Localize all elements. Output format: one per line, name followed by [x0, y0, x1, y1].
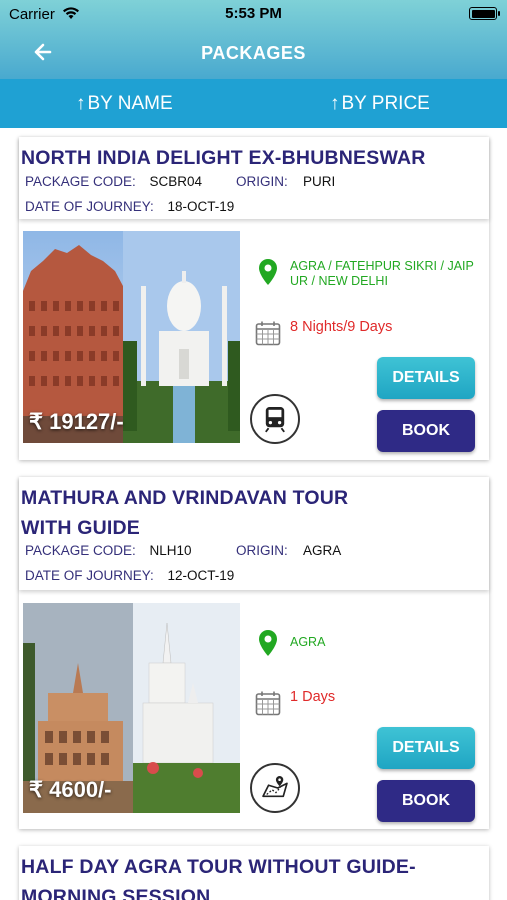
details-button[interactable]: DETAILS — [377, 727, 475, 769]
package-code-value: SCBR04 — [149, 174, 203, 189]
package-card-header: MATHURA AND VRINDAVAN TOUR WITH GUIDE PA… — [19, 477, 489, 590]
book-button[interactable]: BOOK — [377, 780, 475, 822]
package-card[interactable]: MATHURA AND VRINDAVAN TOUR WITH GUIDE PA… — [19, 477, 489, 829]
origin-value: AGRA — [303, 543, 342, 558]
arrow-up-icon: ↑ — [330, 92, 340, 114]
origin-value: PURI — [303, 174, 336, 189]
package-card[interactable]: NORTH INDIA DELIGHT EX-BHUBNESWAR PACKAG… — [19, 137, 489, 460]
package-title: HALF DAY AGRA TOUR WITHOUT GUIDE-MORNING… — [21, 856, 416, 900]
package-code-label: PACKAGE CODE: — [25, 174, 136, 189]
page-title: PACKAGES — [201, 43, 306, 63]
package-price: ₹ 19127/- — [29, 409, 124, 434]
sort-by-name-button[interactable]: ↑ BY NAME — [76, 79, 173, 128]
origin-label: ORIGIN: — [236, 174, 288, 189]
package-card-header: HALF DAY AGRA TOUR WITHOUT GUIDE-MORNING… — [19, 846, 489, 900]
details-button[interactable]: DETAILS — [377, 357, 475, 399]
clock: 5:53 PM — [225, 5, 282, 22]
package-photo: ₹ 19127/- — [23, 231, 240, 443]
map-pin-icon — [259, 630, 277, 656]
map-pin-icon — [259, 259, 277, 285]
date-of-journey-row: DATE OF JOURNEY: 18-OCT-19 — [25, 199, 234, 214]
map-route-icon — [250, 763, 300, 813]
sort-by-price-label: BY PRICE — [341, 92, 430, 114]
package-title: MATHURA AND VRINDAVAN TOUR WITH GUIDE — [21, 487, 349, 539]
nav-bar: PACKAGES — [0, 30, 507, 79]
package-code-row: PACKAGE CODE: SCBR04 ORIGIN: PURI — [25, 174, 485, 192]
package-code-value: NLH10 — [149, 543, 192, 558]
sort-by-price-button[interactable]: ↑ BY PRICE — [330, 79, 430, 128]
train-icon — [250, 394, 300, 444]
package-code-row: PACKAGE CODE: NLH10 ORIGIN: AGRA — [25, 543, 485, 561]
header: Carrier 5:53 PM PACKAGES — [0, 0, 507, 79]
package-destinations: AGRA — [290, 635, 326, 649]
calendar-icon — [255, 321, 281, 346]
package-code-label: PACKAGE CODE: — [25, 543, 136, 558]
date-of-journey-value: 12-OCT-19 — [167, 568, 235, 583]
package-duration: 8 Nights/9 Days — [290, 319, 393, 335]
package-title: NORTH INDIA DELIGHT EX-BHUBNESWAR — [21, 147, 426, 169]
book-button[interactable]: BOOK — [377, 410, 475, 452]
battery-fill — [471, 9, 495, 18]
date-of-journey-label: DATE OF JOURNEY: — [25, 568, 154, 583]
package-card[interactable]: HALF DAY AGRA TOUR WITHOUT GUIDE-MORNING… — [19, 846, 489, 900]
package-photo: ₹ 4600/- — [23, 603, 240, 813]
battery-icon — [469, 7, 500, 20]
date-of-journey-row: DATE OF JOURNEY: 12-OCT-19 — [25, 568, 234, 583]
arrow-up-icon: ↑ — [76, 92, 86, 114]
date-of-journey-label: DATE OF JOURNEY: — [25, 199, 154, 214]
package-card-header: NORTH INDIA DELIGHT EX-BHUBNESWAR PACKAG… — [19, 137, 489, 219]
origin-label: ORIGIN: — [236, 543, 288, 558]
packages-screen: Carrier 5:53 PM PACKAGES ↑ BY NAME ↑ BY … — [0, 0, 507, 900]
package-price: ₹ 4600/- — [29, 777, 112, 802]
calendar-icon — [255, 691, 281, 716]
date-of-journey-value: 18-OCT-19 — [167, 199, 235, 214]
package-destinations: AGRA / FATEHPUR SIKRI / JAIPUR / NEW DEL… — [290, 259, 474, 288]
status-bar: Carrier 5:53 PM — [0, 0, 507, 30]
sort-by-name-label: BY NAME — [87, 92, 173, 114]
sort-bar: ↑ BY NAME ↑ BY PRICE — [0, 79, 507, 128]
package-duration: 1 Days — [290, 689, 336, 705]
